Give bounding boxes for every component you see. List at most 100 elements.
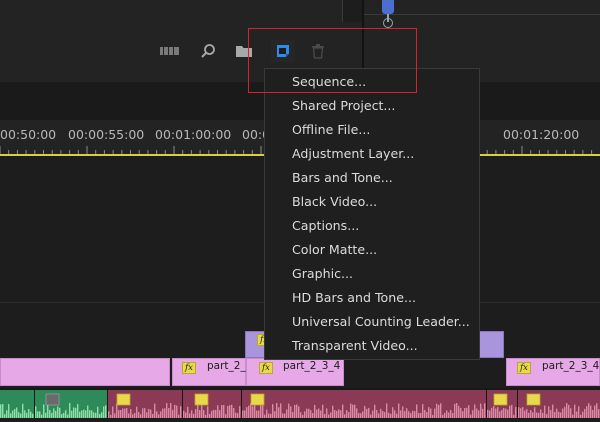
waveform-bar [209, 414, 211, 418]
waveform-bar [97, 406, 99, 418]
waveform-bar [203, 410, 205, 418]
waveform-bar [274, 411, 276, 418]
waveform-bar [304, 411, 306, 418]
waveform-bar [300, 412, 302, 418]
waveform-bar [87, 405, 89, 418]
waveform-bar [594, 405, 596, 418]
menu-item-offline-file[interactable]: Offline File... [265, 118, 479, 142]
waveform-bar [116, 403, 118, 418]
audio-track-1[interactable] [0, 388, 600, 418]
waveform-bar [588, 403, 590, 418]
waveform-bar [497, 407, 499, 418]
waveform-bar [59, 407, 61, 418]
waveform-bar [368, 407, 370, 418]
waveform-bar [598, 409, 600, 418]
waveform-bar [382, 411, 384, 418]
waveform-bar [454, 403, 456, 418]
waveform-bar [95, 412, 97, 418]
waveform-bar [197, 403, 199, 418]
waveform-bar [2, 403, 4, 418]
waveform-bar [26, 412, 28, 418]
waveform-bar [320, 410, 322, 418]
waveform-bar [260, 404, 262, 418]
menu-item-transparent-video[interactable]: Transparent Video... [265, 334, 479, 358]
waveform-bar [83, 409, 85, 418]
waveform-bar [53, 408, 55, 418]
waveform-bar [124, 408, 126, 418]
waveform-bar [360, 413, 362, 418]
menu-item-adjustment-layer[interactable]: Adjustment Layer... [265, 142, 479, 166]
monitor-scrub-bar[interactable] [364, 14, 600, 15]
waveform-bar [532, 412, 534, 418]
waveform-bar [239, 406, 241, 418]
menu-item-captions[interactable]: Captions... [265, 214, 479, 238]
video-clip[interactable] [0, 358, 170, 386]
waveform-bar [8, 404, 10, 418]
waveform-bar [436, 403, 438, 418]
waveform-bar [322, 404, 324, 418]
waveform-bar [462, 411, 464, 418]
waveform-bar [556, 408, 558, 418]
waveform-bar [85, 410, 87, 418]
waveform-bar [262, 403, 264, 418]
waveform-bar [30, 411, 32, 418]
waveform-bar [450, 409, 452, 418]
waveform-bar [254, 405, 256, 418]
menu-item-shared-project[interactable]: Shared Project... [265, 94, 479, 118]
waveform-bar [120, 410, 122, 418]
waveform-bar [264, 414, 266, 418]
waveform-bar [515, 407, 517, 418]
waveform-bar [187, 406, 189, 418]
adjustment-clip[interactable] [478, 331, 504, 358]
waveform-bar [507, 409, 509, 418]
menu-item-universal-counting-leader[interactable]: Universal Counting Leader... [265, 310, 479, 334]
video-clip[interactable]: fx part_2_3_4 [246, 358, 344, 386]
waveform-bar [45, 412, 47, 418]
waveform-bar [211, 410, 213, 418]
waveform-bar [538, 412, 540, 418]
waveform-bar [378, 413, 380, 418]
waveform-bar [101, 412, 103, 418]
playhead-handle[interactable] [382, 0, 394, 14]
waveform-bar [386, 403, 388, 418]
waveform-bar [10, 413, 12, 418]
waveform-bar [99, 414, 101, 418]
waveform-bar [201, 404, 203, 418]
playhead-marker[interactable] [383, 18, 393, 28]
waveform-bar [298, 406, 300, 418]
search-icon[interactable] [196, 40, 220, 62]
waveform-bar [474, 404, 476, 418]
waveform-bar [501, 409, 503, 418]
waveform-bar [12, 410, 14, 418]
waveform-bar [306, 408, 308, 418]
menu-item-hd-bars-and-tone[interactable]: HD Bars and Tone... [265, 286, 479, 310]
list-view-icon[interactable] [158, 40, 182, 62]
waveform-bar [546, 414, 548, 418]
waveform-bar [278, 407, 280, 418]
waveform-bar [430, 408, 432, 418]
waveform-bar [63, 412, 65, 418]
waveform-bar [51, 412, 53, 418]
waveform-bar [596, 403, 598, 418]
menu-item-color-matte[interactable]: Color Matte... [265, 238, 479, 262]
video-clip[interactable]: fx part_2_3_4 [506, 358, 600, 386]
waveform-bar [324, 413, 326, 418]
timecode-label: 00:50:00 [0, 127, 57, 142]
waveform-bar [499, 411, 501, 418]
menu-item-bars-and-tone[interactable]: Bars and Tone... [265, 166, 479, 190]
menu-item-black-video[interactable]: Black Video... [265, 190, 479, 214]
waveform-bar [256, 410, 258, 418]
waveform-bar [199, 410, 201, 418]
waveform-bar [162, 408, 164, 418]
waveform-bar [358, 412, 360, 418]
menu-item-graphic[interactable]: Graphic... [265, 262, 479, 286]
waveform-bar [404, 411, 406, 418]
waveform-bar [328, 414, 330, 418]
waveform-bar [503, 408, 505, 418]
clip-name: part_2_ [207, 360, 246, 372]
video-clip[interactable]: fx part_2_ [172, 358, 246, 386]
waveform-bar [160, 411, 162, 418]
waveform-bar [346, 410, 348, 418]
waveform-bar [71, 410, 73, 418]
waveform-bar [582, 411, 584, 418]
